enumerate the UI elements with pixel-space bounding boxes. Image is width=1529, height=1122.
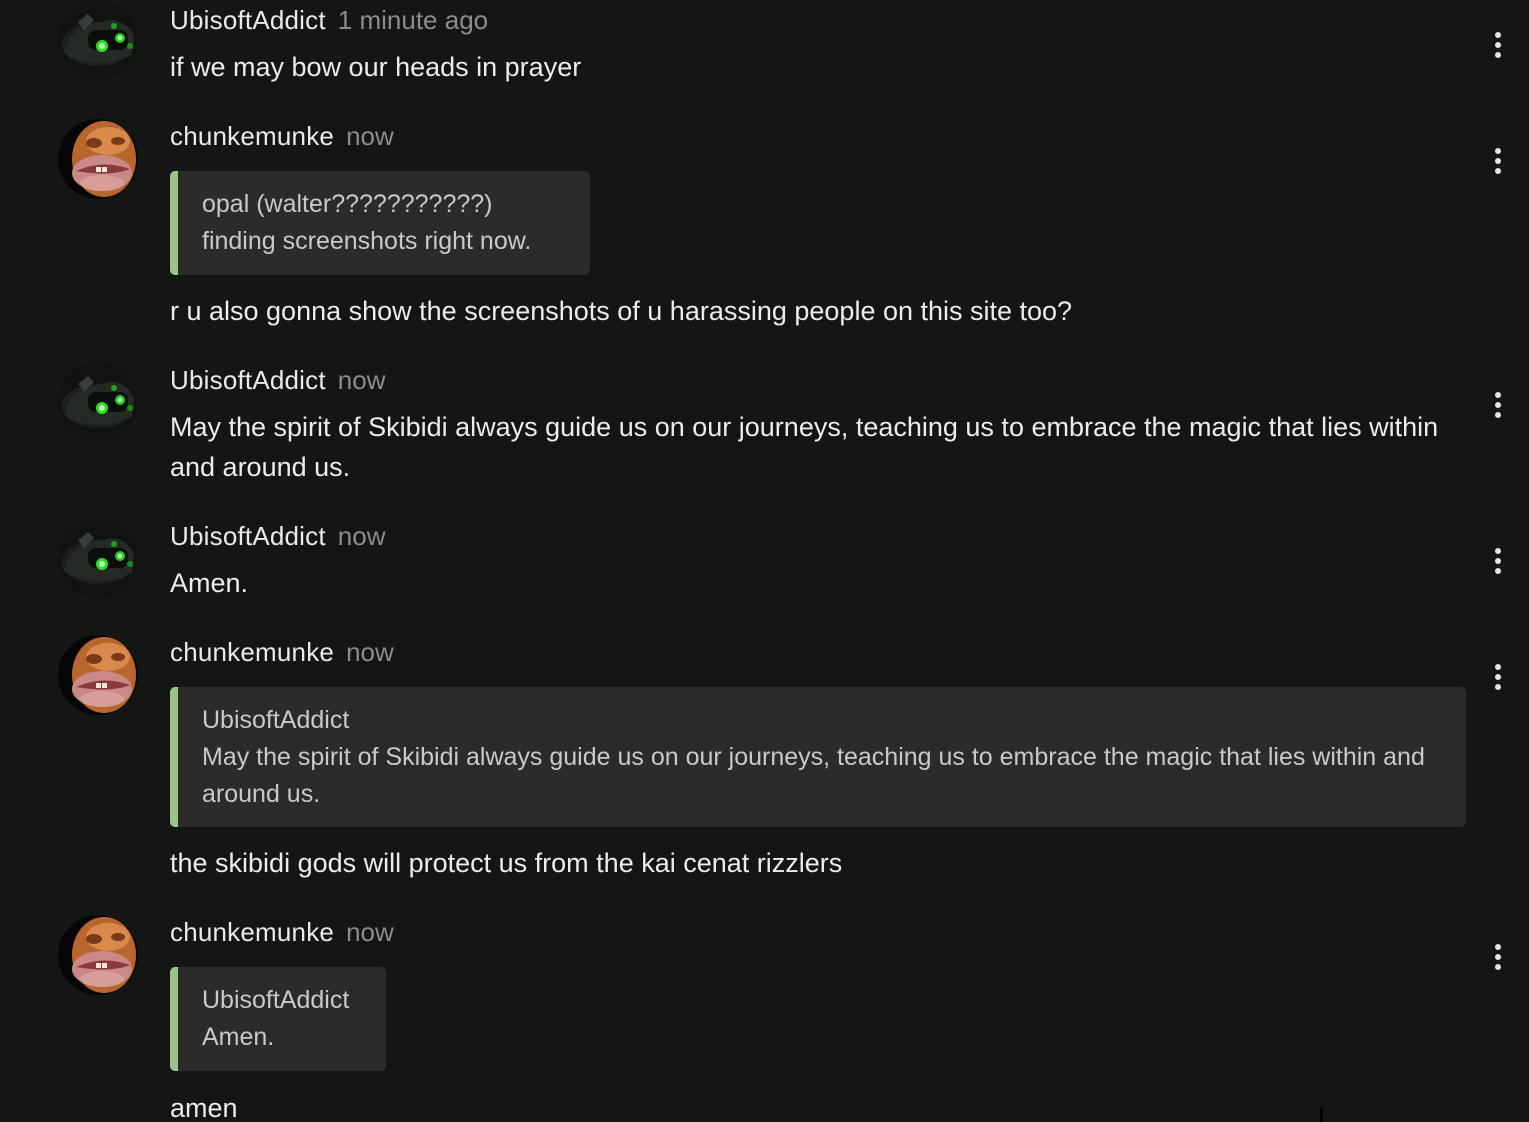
goggles-avatar-icon <box>58 362 138 442</box>
comment-author[interactable]: chunkemunke <box>170 121 334 151</box>
comment-feed: UbisoftAddict 1 minute ago if we may bow … <box>0 0 1529 1122</box>
more-menu-button[interactable] <box>1484 660 1512 694</box>
more-vertical-icon <box>1495 32 1501 58</box>
comment-header: chunkemunke now <box>170 636 394 668</box>
comment-header: UbisoftAddict 1 minute ago <box>170 4 488 36</box>
more-menu-button[interactable] <box>1484 28 1512 62</box>
more-menu-button[interactable] <box>1484 544 1512 578</box>
more-menu-button[interactable] <box>1484 388 1512 422</box>
face-avatar-icon <box>58 915 138 995</box>
comment-author[interactable]: UbisoftAddict <box>170 365 326 395</box>
avatar[interactable] <box>58 119 138 199</box>
comment-text: amen <box>170 1093 238 1122</box>
goggles-avatar-icon <box>58 0 138 80</box>
more-menu-button[interactable] <box>1484 940 1512 974</box>
quoted-reply[interactable]: UbisoftAddict Amen. <box>170 967 386 1071</box>
quote-author: UbisoftAddict <box>202 986 350 1014</box>
comment-text: the skibidi gods will protect us from th… <box>170 848 843 878</box>
quoted-reply[interactable]: UbisoftAddict May the spirit of Skibidi … <box>170 687 1466 827</box>
avatar[interactable] <box>58 915 138 995</box>
comment-timestamp: now <box>346 917 394 947</box>
comment-timestamp: 1 minute ago <box>337 5 489 35</box>
comment-timestamp: now <box>337 365 386 395</box>
goggles-avatar-icon <box>58 518 138 598</box>
more-vertical-icon <box>1495 148 1501 174</box>
comment-author[interactable]: chunkemunke <box>170 637 334 667</box>
comment-header: UbisoftAddict now <box>170 520 386 552</box>
comment-text: if we may bow our heads in prayer <box>170 52 582 82</box>
quoted-reply[interactable]: opal (walter???????????) finding screens… <box>170 171 590 275</box>
avatar[interactable] <box>58 362 138 442</box>
more-vertical-icon <box>1495 944 1501 970</box>
avatar[interactable] <box>58 635 138 715</box>
avatar[interactable] <box>58 518 138 598</box>
quote-text: Amen. <box>202 1023 275 1051</box>
more-vertical-icon <box>1495 664 1501 690</box>
comment-timestamp: now <box>337 521 386 551</box>
comment-header: chunkemunke now <box>170 120 394 152</box>
quote-text: finding screenshots right now. <box>202 227 532 255</box>
comment-author[interactable]: UbisoftAddict <box>170 5 326 35</box>
quote-text: May the spirit of Skibidi always guide u… <box>202 743 1425 808</box>
avatar[interactable] <box>58 0 138 80</box>
comment-text: r u also gonna show the screenshots of u… <box>170 296 1073 326</box>
comment-text: May the spirit of Skibidi always guide u… <box>170 412 1439 482</box>
more-vertical-icon <box>1495 548 1501 574</box>
more-menu-button[interactable] <box>1484 144 1512 178</box>
comment-header: UbisoftAddict now <box>170 364 386 396</box>
more-vertical-icon <box>1495 392 1501 418</box>
face-avatar-icon <box>58 635 138 715</box>
comment-header: chunkemunke now <box>170 916 394 948</box>
comment-author[interactable]: UbisoftAddict <box>170 521 326 551</box>
comment-timestamp: now <box>346 637 394 667</box>
comment-text: Amen. <box>170 568 249 598</box>
text-cursor-mark <box>1320 1108 1323 1122</box>
quote-author: UbisoftAddict <box>202 706 350 734</box>
quote-author: opal (walter???????????) <box>202 190 493 218</box>
face-avatar-icon <box>58 119 138 199</box>
comment-timestamp: now <box>346 121 394 151</box>
comment-author[interactable]: chunkemunke <box>170 917 334 947</box>
